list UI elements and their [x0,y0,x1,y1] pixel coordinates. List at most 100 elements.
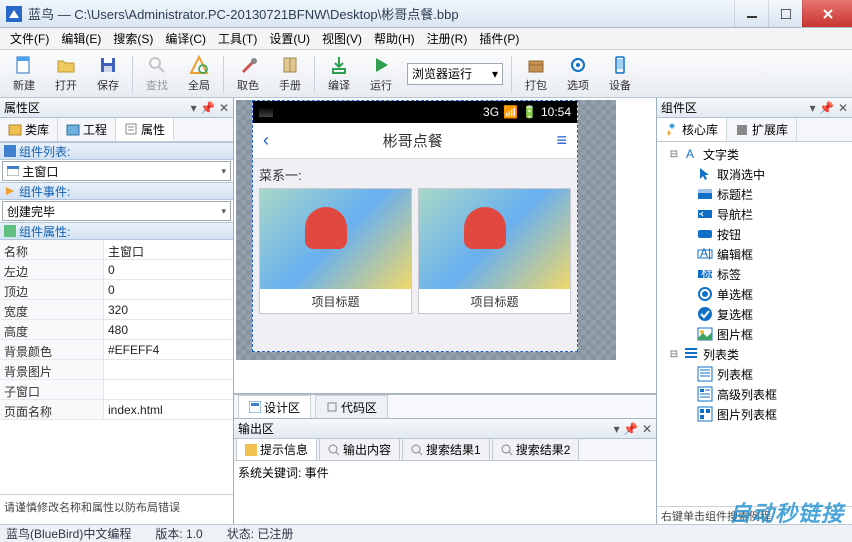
menu-register[interactable]: 注册(R) [421,27,474,50]
prop-value[interactable]: 320 [104,300,233,319]
tree-item-radio[interactable]: 单选框 [661,284,848,304]
hamburger-icon[interactable]: ≡ [556,130,567,151]
menu-search[interactable]: 搜索(S) [107,27,159,50]
main-window-combo[interactable]: 主窗口▾ [2,161,231,181]
prop-key: 子窗口 [0,380,104,399]
item-card[interactable]: 项目标题 [418,188,571,314]
panel-close-icon[interactable]: ✕ [642,422,652,436]
menu-view[interactable]: 视图(V) [316,27,368,50]
section-component-props: 组件属性: [19,223,70,240]
tree-item-text[interactable]: ⊟ A 文字类 [661,144,848,164]
tree-item-check[interactable]: 复选框 [661,304,848,324]
tab-output-content[interactable]: 输出内容 [319,438,400,461]
tree-expander-icon[interactable]: ⊟ [669,349,679,360]
panel-close-icon[interactable]: ✕ [838,101,848,115]
run-mode-combo[interactable]: 浏览器运行▾ [407,63,503,85]
panel-pin-icon[interactable]: ▾ 📌 [191,101,215,115]
tab-library[interactable]: 类库 [0,118,58,141]
prop-value[interactable]: 0 [104,260,233,279]
tree-item-image[interactable]: 图片框 [661,324,848,344]
event-combo[interactable]: 创建完毕▾ [2,201,231,221]
item-caption: 项目标题 [419,289,570,313]
prop-value[interactable]: index.html [104,400,233,419]
tab-hint[interactable]: 提示信息 [236,438,317,461]
output-panel-title: 输出区 [238,420,274,437]
tab-design[interactable]: 设计区 [238,395,311,419]
imglist-icon [697,406,713,422]
menu-edit[interactable]: 编辑(E) [55,27,107,50]
panel-close-icon[interactable]: ✕ [219,101,229,115]
prop-value[interactable] [104,360,233,379]
property-row[interactable]: 左边0 [0,260,233,280]
tree-expander-icon[interactable]: ⊟ [669,149,679,160]
property-row[interactable]: 名称主窗口 [0,240,233,260]
tree-item-label[interactable]: 标标签 [661,264,848,284]
menu-plugins[interactable]: 插件(P) [473,27,525,50]
menu-file[interactable]: 文件(F) [4,27,55,50]
tree-item-label: 标题栏 [717,186,753,203]
menu-settings[interactable]: 设置(U) [263,27,316,50]
prop-key: 页面名称 [0,400,104,419]
property-row[interactable]: 宽度320 [0,300,233,320]
tab-code[interactable]: 代码区 [315,395,388,419]
close-button[interactable] [802,0,852,27]
phone-preview[interactable]: 3G 📶 🔋 10:54 ‹ 彬哥点餐 ≡ 菜系一: 项目标题 项目标题 [252,100,578,352]
global-button[interactable]: 全局 [179,52,219,96]
prop-value[interactable]: 主窗口 [104,240,233,259]
section-component-list: 组件列表: [19,143,70,160]
tree-item-label: 文字类 [703,146,739,163]
pack-button[interactable]: 打包 [516,52,556,96]
tree-item-button[interactable]: 按钮 [661,224,848,244]
property-row[interactable]: 背景颜色#EFEFF4 [0,340,233,360]
menu-tools[interactable]: 工具(T) [212,27,263,50]
panel-pin-icon[interactable]: ▾ 📌 [614,422,638,436]
menu-help[interactable]: 帮助(H) [368,27,421,50]
property-grid: 名称主窗口左边0顶边0宽度320高度480背景颜色#EFEFF4背景图片子窗口页… [0,240,233,494]
run-button[interactable]: 运行 [361,52,401,96]
pick-color-button[interactable]: 取色 [228,52,268,96]
panel-pin-icon[interactable]: ▾ 📌 [810,101,834,115]
prop-value[interactable]: 480 [104,320,233,339]
tree-item-listbox[interactable]: 列表框 [661,364,848,384]
property-row[interactable]: 页面名称index.html [0,400,233,420]
tab-search2[interactable]: 搜索结果2 [492,438,580,461]
tree-item-list[interactable]: ⊟列表类 [661,344,848,364]
item-card[interactable]: 项目标题 [259,188,412,314]
prop-value[interactable]: #EFEFF4 [104,340,233,359]
tab-search1[interactable]: 搜索结果1 [402,438,490,461]
svg-text:A: A [686,147,694,161]
device-button[interactable]: 设备 [600,52,640,96]
open-button[interactable]: 打开 [46,52,86,96]
find-button[interactable]: 查找 [137,52,177,96]
tab-ext-lib[interactable]: 扩展库 [727,118,797,141]
center-view-tabs: 设计区 代码区 [234,394,656,418]
prop-value[interactable]: 0 [104,280,233,299]
manual-button[interactable]: 手册 [270,52,310,96]
tree-item-cursor[interactable]: 取消选中 [661,164,848,184]
property-row[interactable]: 高度480 [0,320,233,340]
design-canvas[interactable]: 3G 📶 🔋 10:54 ‹ 彬哥点餐 ≡ 菜系一: 项目标题 项目标题 [234,98,656,394]
tree-item-titlebar[interactable]: 标题栏 [661,184,848,204]
property-row[interactable]: 子窗口 [0,380,233,400]
options-button[interactable]: 选项 [558,52,598,96]
maximize-button[interactable] [768,0,802,27]
menu-compile[interactable]: 编译(C) [159,27,212,50]
tab-project[interactable]: 工程 [58,118,116,141]
tree-item-label: 导航栏 [717,206,753,223]
tree-item-advlist[interactable]: 高级列表框 [661,384,848,404]
save-button[interactable]: 保存 [88,52,128,96]
minimize-button[interactable] [734,0,768,27]
tab-properties[interactable]: 属性 [116,118,174,141]
output-body[interactable]: 系统关键词: 事件 [234,461,656,524]
window-title: 蓝鸟 — C:\Users\Administrator.PC-20130721B… [28,4,734,23]
prop-value[interactable] [104,380,233,399]
tab-core-lib[interactable]: 核心库 [657,118,727,141]
property-row[interactable]: 背景图片 [0,360,233,380]
tree-item-imglist[interactable]: 图片列表框 [661,404,848,424]
tree-item-navbar[interactable]: 导航栏 [661,204,848,224]
item-image [260,189,411,289]
compile-button[interactable]: 编译 [319,52,359,96]
new-button[interactable]: 新建 [4,52,44,96]
tree-item-edit[interactable]: A|编辑框 [661,244,848,264]
property-row[interactable]: 顶边0 [0,280,233,300]
